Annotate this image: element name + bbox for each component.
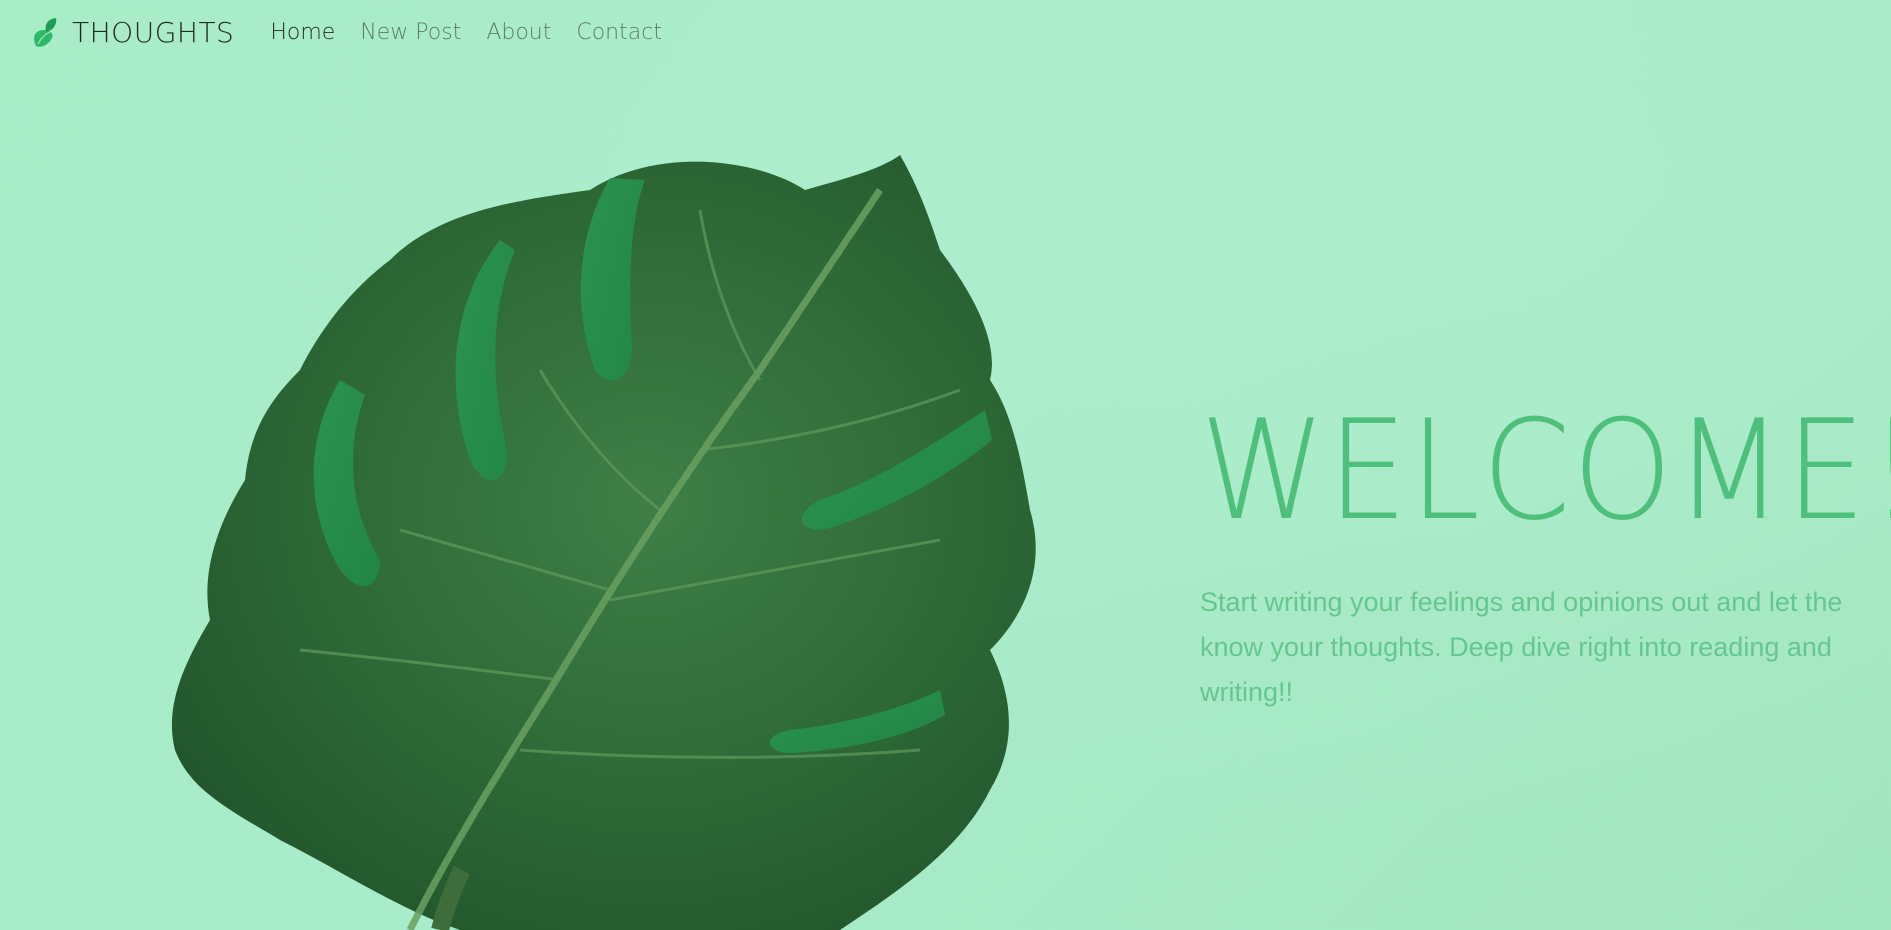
hero-description: Start writing your feelings and opinions… (1200, 580, 1891, 715)
nav-home[interactable]: Home (270, 20, 335, 45)
nav-about[interactable]: About (486, 20, 551, 45)
hero-line-2: know your thoughts. Deep dive right into… (1200, 632, 1832, 662)
nav-new-post[interactable]: New Post (360, 20, 461, 45)
hero-line-1: Start writing your feelings and opinions… (1200, 587, 1843, 617)
nav-contact[interactable]: Contact (576, 20, 662, 45)
hero-section: WELCOME! Start writing your feelings and… (1200, 402, 1891, 742)
nav-links: Home New Post About Contact (270, 20, 687, 45)
monstera-leaf-image (140, 150, 1050, 930)
hero-line-3: writing!! (1200, 677, 1294, 707)
navbar: THOUGHTS Home New Post About Contact (0, 0, 1891, 64)
brand-name: THOUGHTS (72, 15, 235, 49)
brand-link[interactable]: THOUGHTS (30, 16, 234, 49)
leaf-icon (30, 16, 58, 48)
hero-title: WELCOME! (1200, 390, 1891, 551)
